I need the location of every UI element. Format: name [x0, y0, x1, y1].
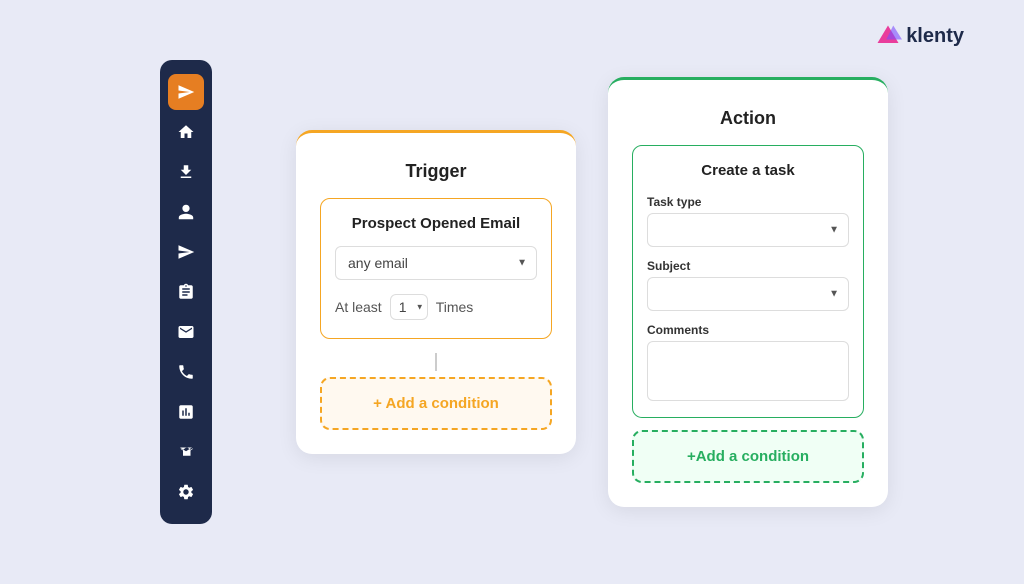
task-type-group: Task type ▼	[647, 195, 849, 247]
times-select-wrap: 1 2 3 ▼	[390, 294, 428, 320]
clipboard-icon	[177, 283, 195, 301]
main-content: Trigger Prospect Opened Email any email …	[220, 60, 964, 524]
email-icon	[177, 323, 195, 341]
at-least-row: At least 1 2 3 ▼ Times	[335, 294, 537, 320]
action-card: Action Create a task Task type ▼ Subject	[608, 77, 888, 507]
subject-group: Subject ▼	[647, 259, 849, 311]
comments-textarea[interactable]	[647, 341, 849, 401]
logo-text: klenty	[906, 25, 964, 48]
subject-dropdown[interactable]	[647, 277, 849, 311]
sidebar-item-email[interactable]	[168, 314, 204, 350]
sidebar-item-paperplane[interactable]	[168, 234, 204, 270]
action-inner-box: Create a task Task type ▼ Subject ▼	[632, 145, 864, 418]
subject-dropdown-row: ▼	[647, 277, 849, 311]
logo: klenty	[874, 22, 964, 50]
download-icon	[177, 163, 195, 181]
action-add-condition-button[interactable]: +Add a condition	[632, 430, 864, 483]
sidebar-item-clipboard[interactable]	[168, 274, 204, 310]
trigger-add-condition-button[interactable]: + Add a condition	[320, 377, 552, 430]
subject-label: Subject	[647, 259, 849, 273]
action-name: Create a task	[647, 162, 849, 179]
task-type-dropdown-row: ▼	[647, 213, 849, 247]
at-least-label: At least	[335, 299, 382, 315]
trigger-connector	[320, 353, 552, 371]
times-label: Times	[436, 299, 474, 315]
logo-icon	[874, 22, 902, 50]
envelope-icon	[177, 443, 195, 461]
trigger-inner-box: Prospect Opened Email any email specific…	[320, 198, 552, 339]
sidebar-item-chart[interactable]	[168, 394, 204, 430]
settings-icon	[177, 483, 195, 501]
trigger-card-title: Trigger	[320, 161, 552, 182]
sidebar-item-download[interactable]	[168, 154, 204, 190]
sidebar-item-send[interactable]	[168, 74, 204, 110]
comments-group: Comments	[647, 323, 849, 401]
paper-plane-icon	[177, 243, 195, 261]
send-icon	[177, 83, 195, 101]
times-select[interactable]: 1 2 3	[390, 294, 428, 320]
sidebar-item-home[interactable]	[168, 114, 204, 150]
trigger-card: Trigger Prospect Opened Email any email …	[296, 130, 576, 454]
connector-line	[435, 353, 437, 371]
sidebar-item-phone[interactable]	[168, 354, 204, 390]
sidebar-item-user[interactable]	[168, 194, 204, 230]
phone-icon	[177, 363, 195, 381]
task-type-label: Task type	[647, 195, 849, 209]
sidebar	[160, 60, 212, 524]
action-card-title: Action	[632, 108, 864, 129]
home-icon	[177, 123, 195, 141]
sidebar-item-settings[interactable]	[168, 474, 204, 510]
email-dropdown[interactable]: any email specific email	[335, 246, 537, 280]
comments-label: Comments	[647, 323, 849, 337]
trigger-name: Prospect Opened Email	[335, 215, 537, 232]
user-icon	[177, 203, 195, 221]
sidebar-item-envelope[interactable]	[168, 434, 204, 470]
task-type-dropdown[interactable]	[647, 213, 849, 247]
chart-icon	[177, 403, 195, 421]
email-dropdown-row: any email specific email ▼	[335, 246, 537, 280]
